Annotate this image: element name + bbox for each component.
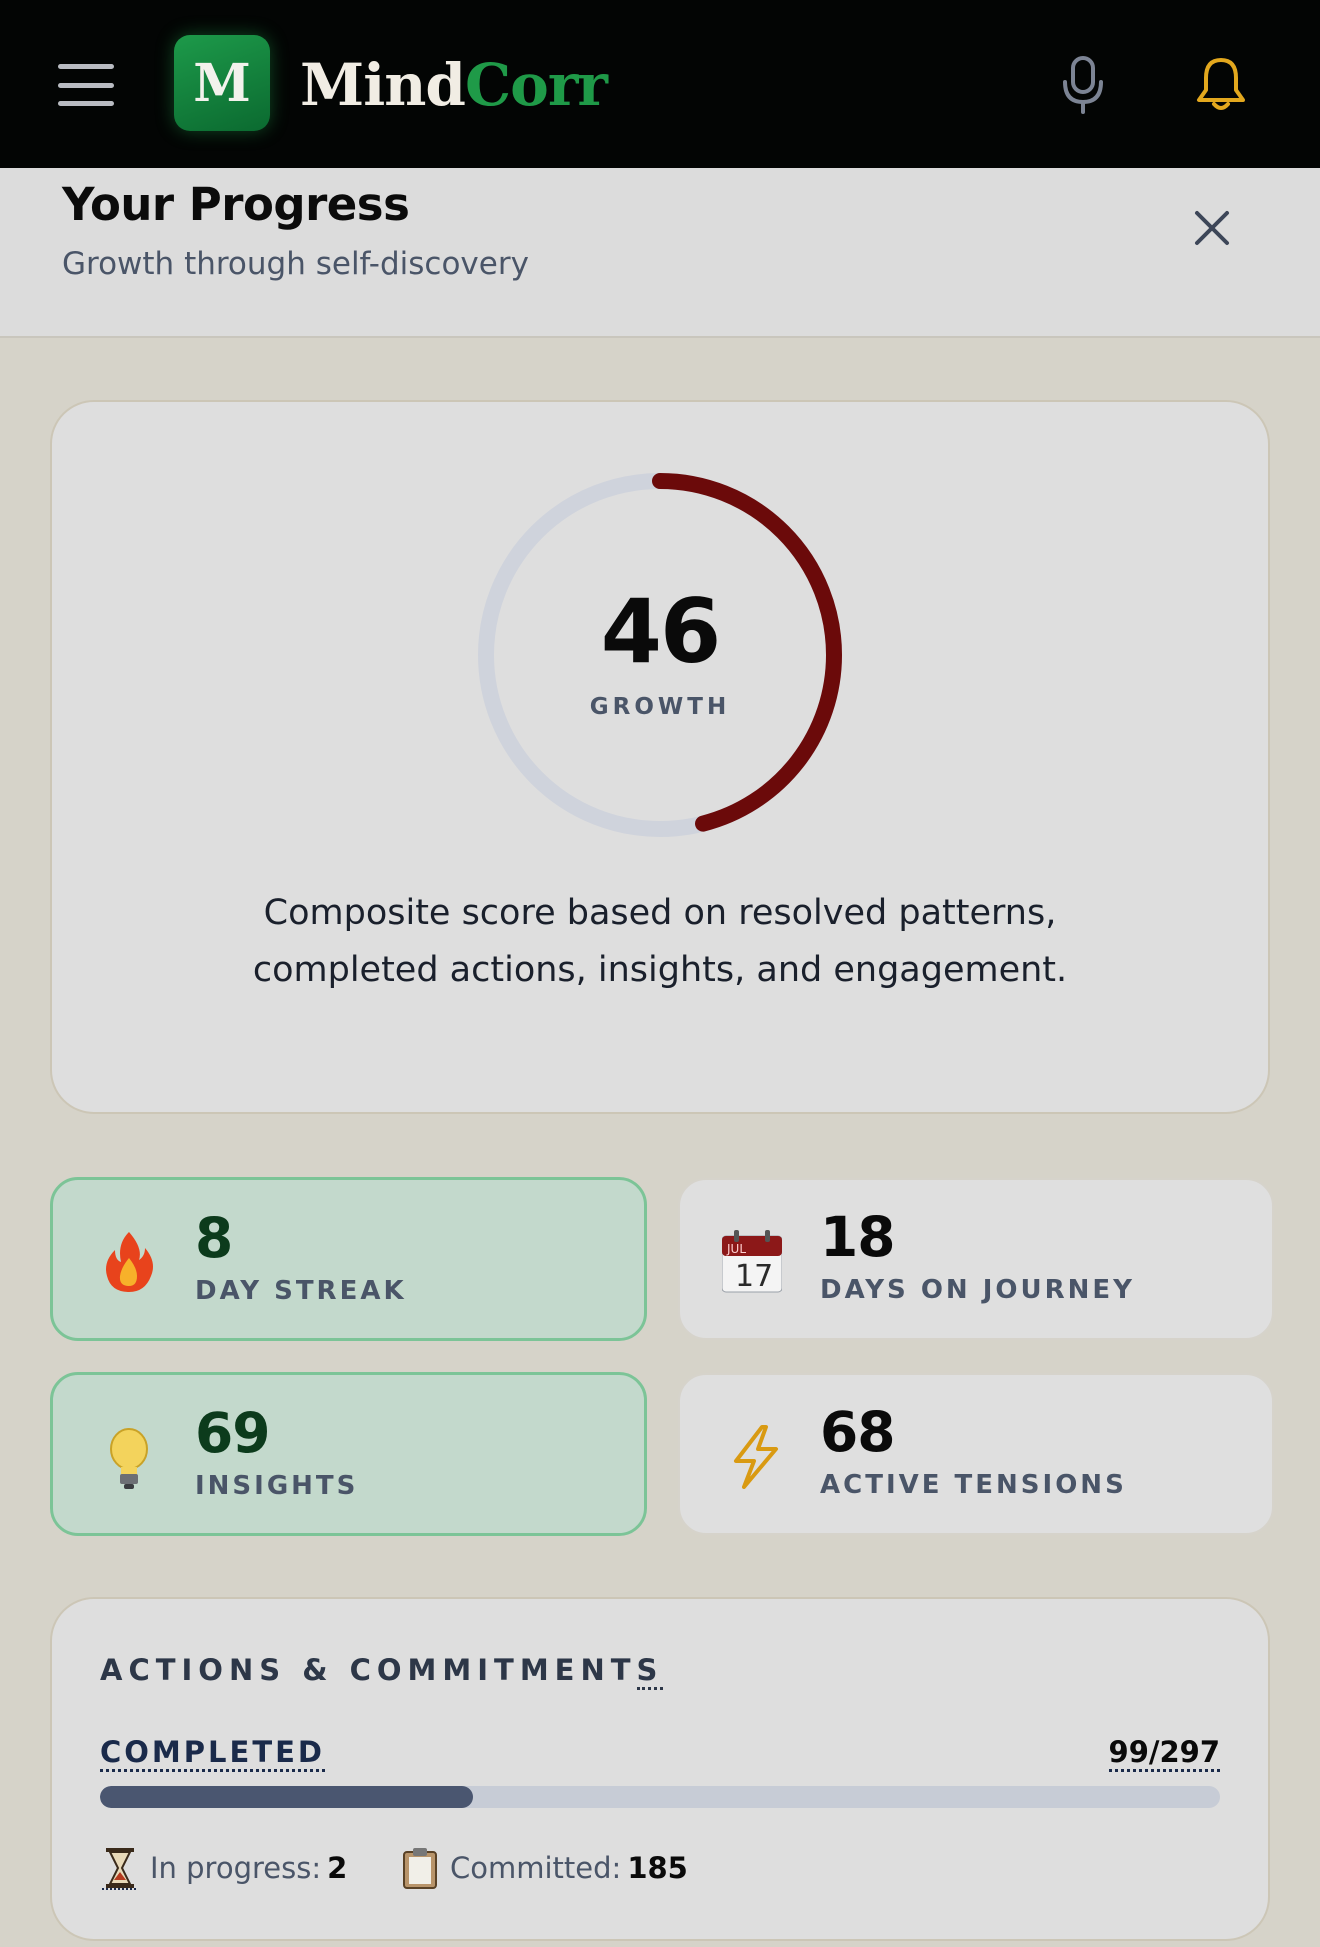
actions-title: ACTIONS & COMMITMENTS — [100, 1653, 664, 1690]
stat-value: 18 — [820, 1205, 896, 1269]
stat-label: INSIGHTS — [195, 1471, 359, 1501]
top-bar: M MindCorr — [0, 0, 1320, 168]
calendar-month: JUL — [726, 1242, 746, 1256]
growth-score: 46 — [600, 580, 721, 683]
stat-label: ACTIVE TENSIONS — [820, 1470, 1127, 1500]
growth-description: Composite score based on resolved patter… — [252, 893, 1068, 990]
completed-progress-fill — [100, 1786, 473, 1808]
actions-title-main: ACTIONS & COMMITMENT — [100, 1653, 637, 1687]
calendar-icon: JUL 17 — [722, 1230, 782, 1294]
stat-card-active-tensions[interactable]: 68 ACTIVE TENSIONS — [678, 1373, 1274, 1535]
close-icon[interactable] — [1192, 208, 1232, 248]
brand-part-mind: Mind — [300, 51, 466, 119]
lightning-icon — [734, 1425, 778, 1489]
page-title: Your Progress — [62, 178, 410, 231]
completed-progress-bar — [100, 1786, 1220, 1808]
page-subtitle: Growth through self-discovery — [62, 246, 529, 282]
stat-label: DAY STREAK — [195, 1276, 407, 1306]
completed-count[interactable]: 99/297 — [1108, 1735, 1220, 1772]
stat-card-insights[interactable]: 69 INSIGHTS — [50, 1372, 647, 1536]
brand-part-corr: Corr — [464, 51, 608, 119]
in-progress-row[interactable]: In progress: 2 — [100, 1848, 348, 1890]
stat-label: DAYS ON JOURNEY — [820, 1275, 1135, 1305]
committed-row[interactable]: Committed: 185 — [400, 1848, 688, 1889]
actions-title-last: S — [636, 1653, 664, 1690]
stat-value: 8 — [195, 1206, 233, 1270]
completed-label[interactable]: COMPLETED — [100, 1735, 326, 1772]
microphone-icon[interactable] — [1060, 56, 1106, 114]
clipboard-icon — [403, 1848, 437, 1889]
stat-value: 69 — [195, 1401, 271, 1465]
stat-card-days-on-journey[interactable]: JUL 17 18 DAYS ON JOURNEY — [678, 1178, 1274, 1340]
fire-icon — [106, 1232, 153, 1292]
bell-icon[interactable] — [1194, 56, 1248, 112]
calendar-day: 17 — [735, 1259, 773, 1294]
in-progress-label: In progress: — [150, 1851, 322, 1885]
lightbulb-icon — [110, 1428, 148, 1489]
growth-score-label: GROWTH — [589, 694, 731, 720]
committed-label: Committed: — [450, 1851, 622, 1885]
in-progress-value: 2 — [327, 1851, 348, 1885]
hourglass-icon — [102, 1848, 138, 1890]
stat-value: 68 — [820, 1400, 896, 1464]
stat-card-day-streak[interactable]: 8 DAY STREAK — [50, 1177, 647, 1341]
committed-value: 185 — [627, 1851, 688, 1885]
app-logo[interactable]: M — [174, 35, 270, 131]
brand-name[interactable]: MindCorr — [300, 50, 608, 120]
menu-icon[interactable] — [58, 64, 114, 106]
